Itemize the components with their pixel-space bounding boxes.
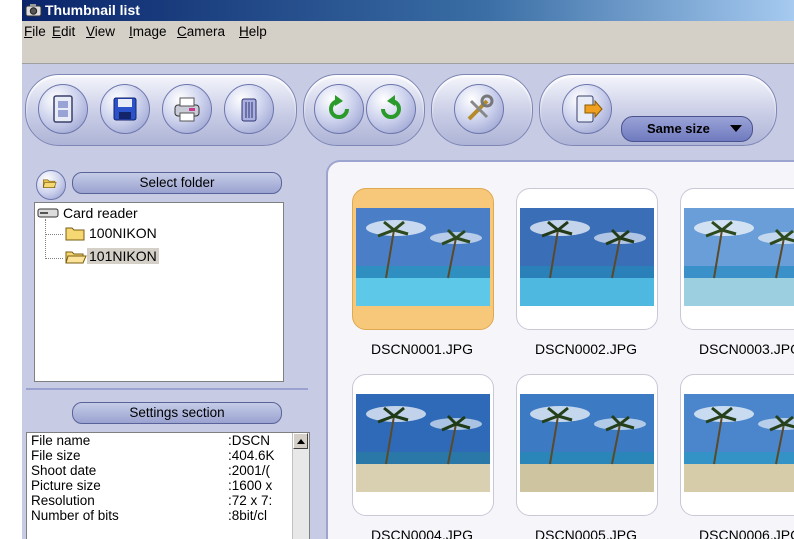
beach-photo-image <box>684 394 794 492</box>
setting-value: :DSCN <box>228 433 271 448</box>
beach-photo-image <box>520 394 654 492</box>
beach-photo-image <box>684 208 794 306</box>
thumbnail-5[interactable] <box>516 374 658 516</box>
thumbnail-2[interactable] <box>516 188 658 330</box>
setting-label: Picture size <box>31 478 101 493</box>
beach-photo-image <box>356 208 490 306</box>
film-icon <box>53 95 73 123</box>
tree-node-100nikon[interactable]: 100NIKON <box>89 225 157 241</box>
menu-bar: File Edit View Image Camera Help <box>22 21 794 44</box>
rotate-left-icon <box>329 95 349 119</box>
menu-image[interactable]: Image <box>129 24 167 39</box>
settings-row: File size :404.6K <box>27 448 275 463</box>
thumbnail-photo <box>356 394 490 492</box>
setting-value: :404.6K <box>228 448 275 463</box>
camera-app-icon <box>25 4 42 17</box>
print-icon <box>174 97 200 122</box>
tools-button[interactable] <box>454 84 504 134</box>
print-button[interactable] <box>162 84 212 134</box>
thumbnail-4[interactable] <box>352 374 494 516</box>
panel-divider <box>26 388 308 390</box>
beach-photo-image <box>520 208 654 306</box>
setting-label: File size <box>31 448 81 463</box>
tree-node-101nikon-selected[interactable]: 101NIKON <box>87 248 159 264</box>
open-folder-icon <box>42 179 57 188</box>
thumbnail-photo <box>520 394 654 492</box>
settings-row: Shoot date :2001/( <box>27 463 275 478</box>
settings-table: File name :DSCN File size :404.6K Shoot da… <box>27 433 275 523</box>
transfer-film-icon <box>576 95 603 123</box>
settings-row: Number of bits :8bit/cl <box>27 508 275 523</box>
size-select-value: Same size <box>647 121 710 136</box>
menu-view[interactable]: View <box>86 24 115 39</box>
size-select[interactable]: Same size <box>621 116 753 142</box>
thumbnail-photo <box>356 208 490 306</box>
settings-section-caption: Settings section <box>72 402 282 424</box>
setting-value: :8bit/cl <box>228 508 268 523</box>
thumbnail-list-window: Thumbnail list File Edit View Image Came… <box>22 0 794 539</box>
settings-list: File name :DSCN File size :404.6K Shoot da… <box>26 432 310 539</box>
delete-button[interactable] <box>224 84 274 134</box>
menu-file[interactable]: File <box>24 24 46 39</box>
thumbnail-caption: DSCN0006.JPG <box>699 527 794 539</box>
window-title: Thumbnail list <box>45 2 140 18</box>
thumbnail-3[interactable] <box>680 188 794 330</box>
trash-icon <box>241 98 257 122</box>
setting-label: File name <box>31 433 91 448</box>
thumbnail-6[interactable] <box>680 374 794 516</box>
settings-row: Resolution :72 x 7: <box>27 493 275 508</box>
menu-help[interactable]: Help <box>239 24 267 39</box>
tools-icon <box>467 94 494 121</box>
film-button[interactable] <box>38 84 88 134</box>
thumbnail-caption: DSCN0001.JPG <box>371 341 473 357</box>
setting-value: :72 x 7: <box>228 493 273 508</box>
thumbnail-caption: DSCN0003.JPG <box>699 341 794 357</box>
folder-open-icon <box>65 251 87 264</box>
settings-row: Picture size :1600 x <box>27 478 275 493</box>
title-bar: Thumbnail list <box>22 0 794 21</box>
thumbnail-photo <box>684 208 794 306</box>
tree-node-card-reader[interactable]: Card reader <box>63 205 138 221</box>
thumbnail-photo <box>520 208 654 306</box>
setting-value: :1600 x <box>228 478 273 493</box>
setting-label: Number of bits <box>31 508 119 523</box>
settings-scrollbar[interactable] <box>292 433 309 539</box>
rotate-right-icon <box>381 95 401 119</box>
transfer-button[interactable] <box>562 84 612 134</box>
folder-tree: Card reader 100NIKON 101NIKON <box>34 202 284 382</box>
thumbnail-1[interactable] <box>352 188 494 330</box>
toolbar <box>22 64 794 156</box>
save-button[interactable] <box>100 84 150 134</box>
thumbnail-caption: DSCN0004.JPG <box>371 527 473 539</box>
scroll-up-arrow-icon[interactable] <box>293 433 308 449</box>
menu-separator <box>22 43 794 64</box>
rotate-right-button[interactable] <box>366 84 416 134</box>
thumbnail-caption: DSCN0002.JPG <box>535 341 637 357</box>
select-folder-caption: Select folder <box>72 172 282 194</box>
setting-label: Shoot date <box>31 463 97 478</box>
settings-row: File name :DSCN <box>27 433 275 448</box>
beach-photo-image <box>356 394 490 492</box>
thumbnail-photo <box>684 394 794 492</box>
rotate-left-button[interactable] <box>314 84 364 134</box>
thumbnail-grid: DSCN0001.JPG DSCN0002.JPG DSCN0003.JPG DSCN… <box>326 160 794 539</box>
open-folder-button[interactable] <box>36 170 66 200</box>
setting-value: :2001/( <box>228 463 271 478</box>
menu-camera[interactable]: Camera <box>177 24 225 39</box>
chevron-down-icon <box>730 125 742 132</box>
save-disk-icon <box>113 97 137 121</box>
card-reader-icon <box>37 208 59 218</box>
left-panel: Select folder Card reader 100NIKON 101NI… <box>22 156 318 539</box>
folder-closed-icon <box>65 227 85 241</box>
setting-label: Resolution <box>31 493 95 508</box>
thumbnail-caption: DSCN0005.JPG <box>535 527 637 539</box>
menu-edit[interactable]: Edit <box>52 24 75 39</box>
